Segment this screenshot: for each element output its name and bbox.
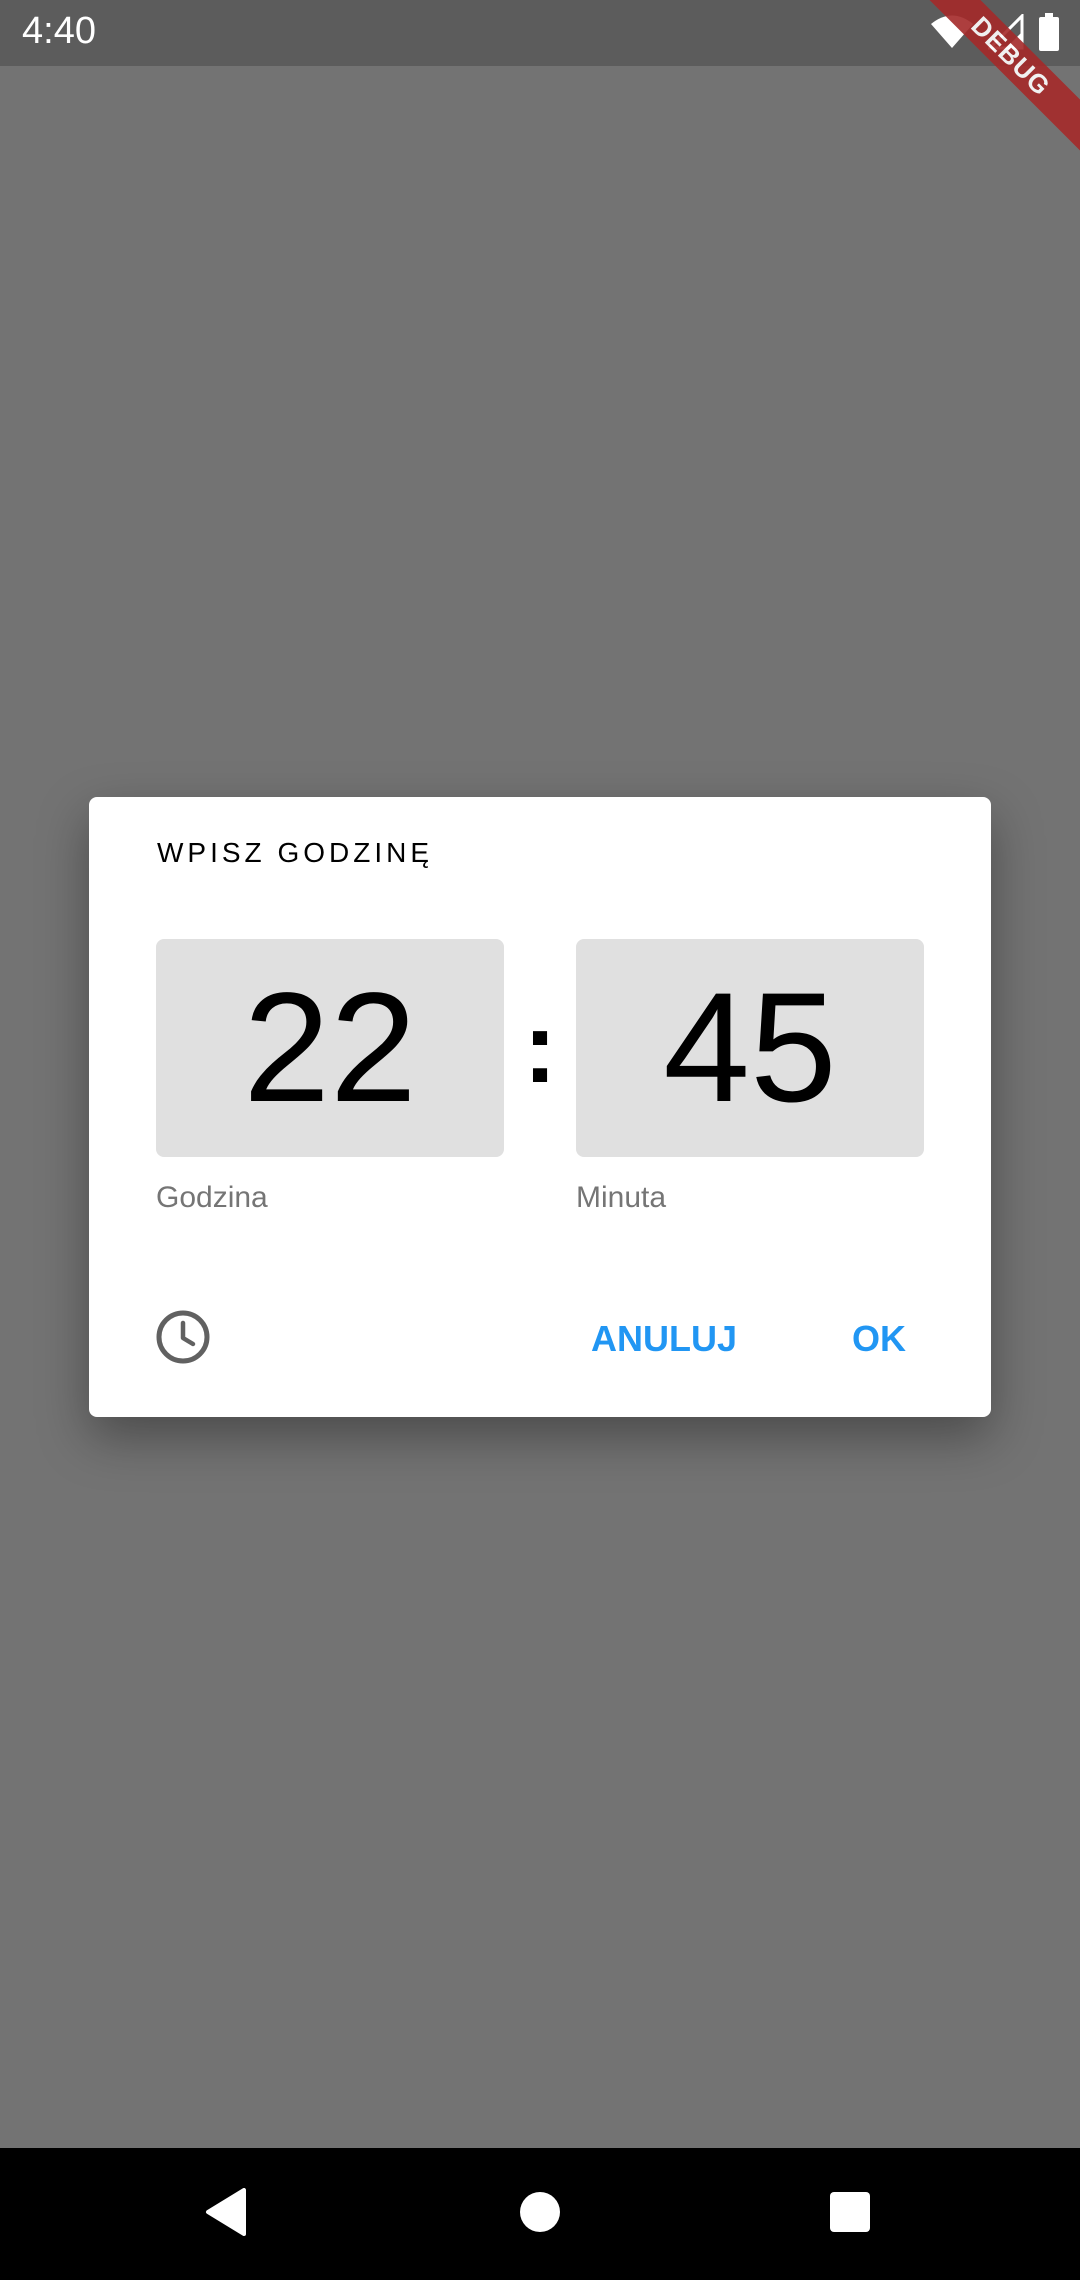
hour-input[interactable]: 22 — [156, 939, 504, 1157]
recents-icon — [829, 2191, 871, 2238]
dialog-title: WPISZ GODZINĘ — [157, 837, 433, 868]
home-icon — [519, 2191, 561, 2238]
status-bar: 4:40 — [0, 0, 1080, 66]
status-time: 4:40 — [22, 10, 96, 52]
back-icon — [204, 2187, 248, 2241]
debug-ribbon-label: DEBUG — [920, 0, 1080, 158]
cancel-button[interactable]: ANULUJ — [581, 1305, 747, 1373]
clock-icon — [155, 1309, 211, 1370]
home-button[interactable] — [504, 2178, 576, 2250]
debug-banner: DEBUG — [920, 0, 1080, 160]
minute-input[interactable]: 45 — [576, 939, 924, 1157]
time-separator: : — [523, 991, 557, 1104]
hour-label: Godzina — [156, 1181, 268, 1214]
navigation-bar — [0, 2148, 1080, 2280]
recents-button[interactable] — [814, 2178, 886, 2250]
back-button[interactable] — [190, 2178, 262, 2250]
time-picker-dialog: WPISZ GODZINĘ 22 : 45 Godzina Minuta ANU… — [89, 797, 991, 1417]
input-mode-toggle-button[interactable] — [149, 1305, 217, 1373]
minute-label: Minuta — [576, 1181, 667, 1214]
ok-button[interactable]: OK — [835, 1305, 923, 1373]
